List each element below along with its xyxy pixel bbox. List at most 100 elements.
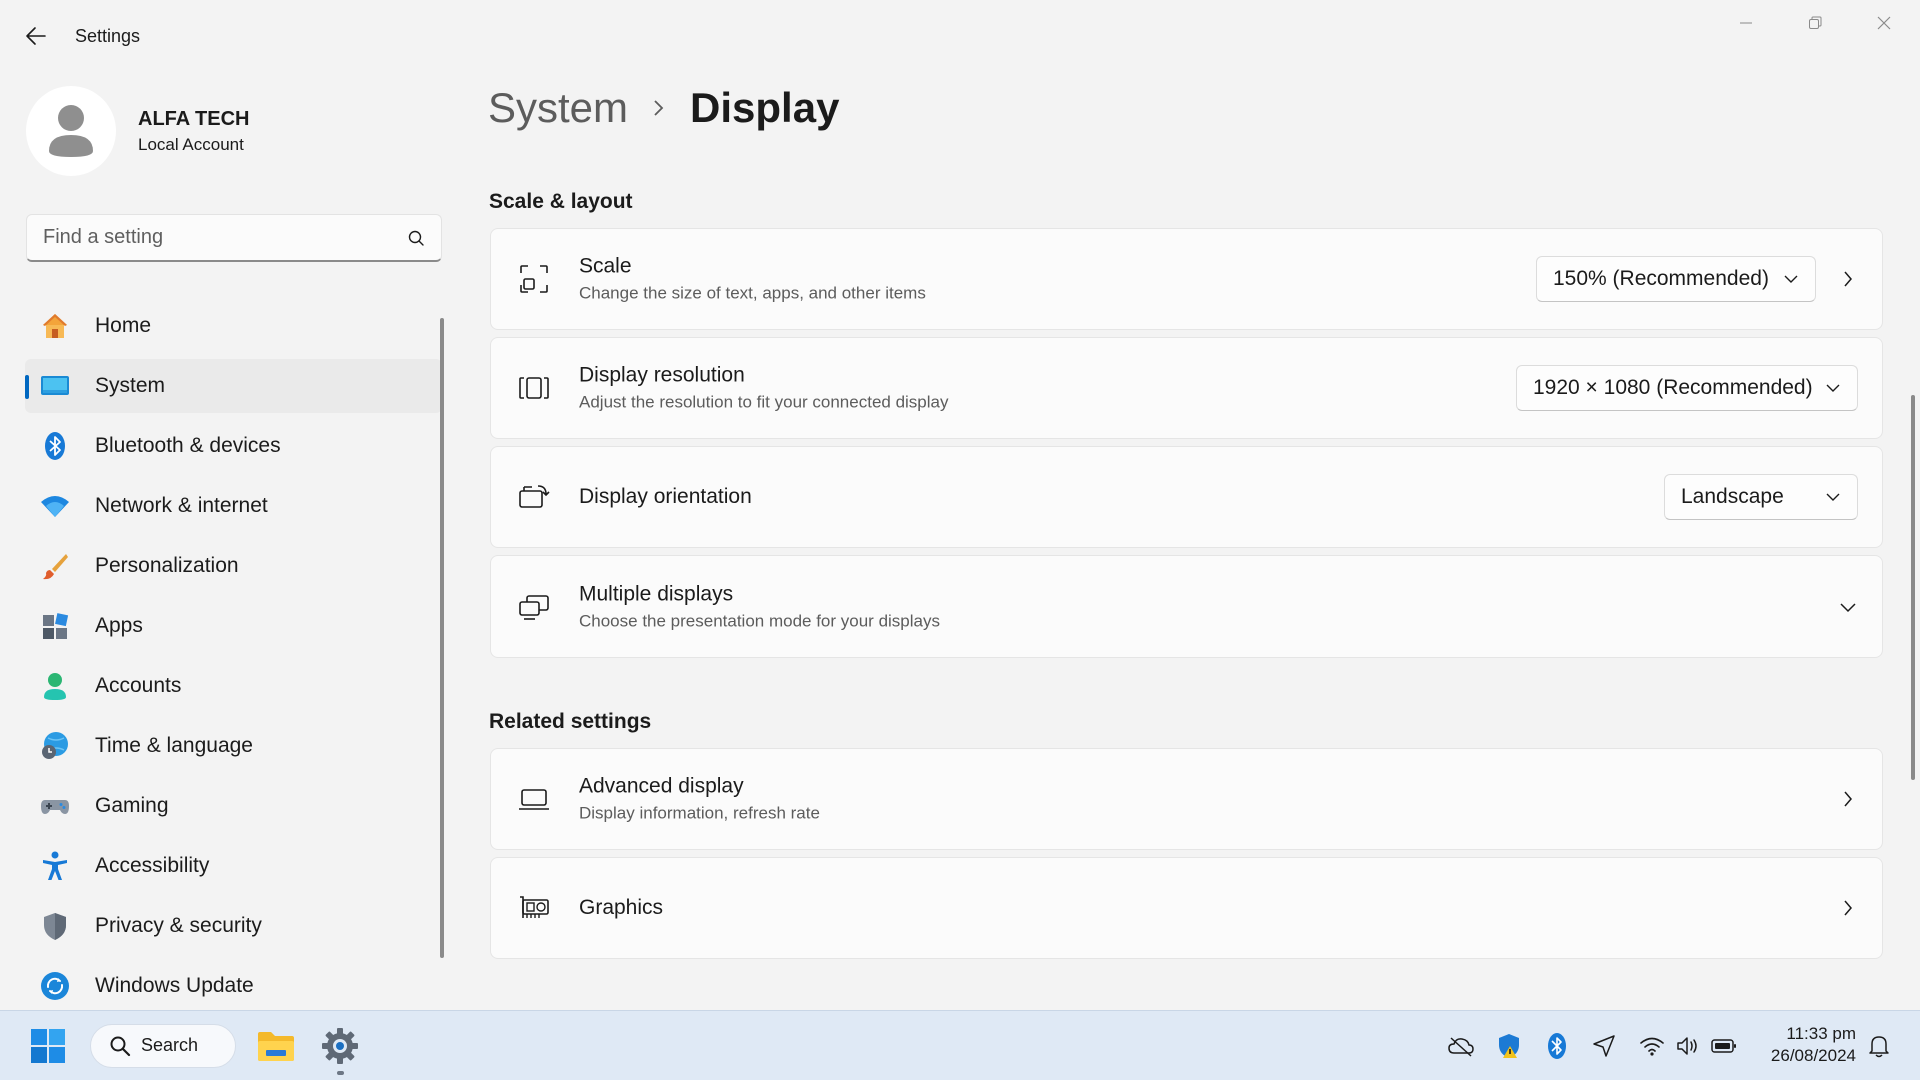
- battery-icon[interactable]: [1709, 1031, 1739, 1061]
- sidebar-item-time-language[interactable]: Time & language: [25, 719, 442, 773]
- apps-icon: [39, 610, 71, 642]
- back-button[interactable]: [16, 18, 56, 54]
- sidebar-nav: Home System Bluetooth & devices Network …: [25, 299, 442, 1019]
- page-title: Display: [690, 84, 840, 131]
- security-shield-icon[interactable]: [1494, 1031, 1524, 1061]
- user-avatar-icon: [49, 105, 93, 157]
- multiple-displays-card[interactable]: Multiple displays Choose the presentatio…: [490, 555, 1883, 658]
- sidebar-item-windows-update[interactable]: Windows Update: [25, 959, 442, 1013]
- restore-button[interactable]: [1781, 0, 1849, 46]
- windows-logo-icon: [31, 1028, 65, 1063]
- taskbar-search[interactable]: Search: [90, 1023, 236, 1068]
- sidebar-item-label: Home: [95, 314, 152, 337]
- sidebar-item-home[interactable]: Home: [25, 299, 442, 353]
- wifi-tray-icon[interactable]: [1637, 1031, 1667, 1061]
- profile-account-type: Local Account: [138, 134, 244, 154]
- app-title: Settings: [75, 26, 141, 46]
- graphics-title: Graphics: [579, 896, 664, 919]
- sidebar-item-label: Apps: [95, 614, 143, 637]
- notification-bell-icon[interactable]: [1864, 1031, 1894, 1061]
- sidebar-item-privacy[interactable]: Privacy & security: [25, 899, 442, 953]
- display-orientation-card: Display orientation Landscape: [490, 446, 1883, 548]
- sidebar-item-accounts[interactable]: Accounts: [25, 659, 442, 713]
- file-explorer-button[interactable]: [254, 1024, 298, 1068]
- taskbar-search-label: Search: [141, 1035, 199, 1055]
- start-button[interactable]: [28, 1026, 68, 1066]
- wifi-icon: [39, 490, 71, 522]
- taskbar: Search 11:33 pm 26/08/2024: [0, 1010, 1920, 1080]
- orientation-dropdown[interactable]: Landscape: [1664, 474, 1858, 520]
- sidebar-item-label: Personalization: [95, 554, 239, 577]
- advanced-display-subtitle: Display information, refresh rate: [579, 803, 820, 823]
- advanced-display-title: Advanced display: [579, 774, 744, 798]
- advanced-display-card[interactable]: Advanced display Display information, re…: [490, 748, 1883, 850]
- scale-dropdown[interactable]: 150% (Recommended): [1536, 256, 1816, 302]
- multiple-displays-icon: [517, 590, 551, 624]
- sidebar-item-label: Accounts: [95, 674, 182, 697]
- display-resolution-card: Display resolution Adjust the resolution…: [490, 337, 1883, 439]
- graphics-card[interactable]: Graphics: [490, 857, 1883, 959]
- profile-name: ALFA TECH: [138, 107, 250, 130]
- search-icon: [110, 1036, 131, 1056]
- sidebar-item-label: Accessibility: [95, 854, 210, 877]
- onedrive-icon[interactable]: [1446, 1031, 1476, 1061]
- sidebar-item-label: Privacy & security: [95, 914, 262, 937]
- scale-subtitle: Change the size of text, apps, and other…: [579, 283, 926, 303]
- update-icon: [39, 970, 71, 1002]
- sidebar-item-network[interactable]: Network & internet: [25, 479, 442, 533]
- resolution-dropdown[interactable]: 1920 × 1080 (Recommended): [1516, 365, 1858, 411]
- resolution-icon: [517, 371, 551, 405]
- scale-icon: [517, 262, 551, 296]
- bluetooth-tray-icon[interactable]: [1542, 1031, 1572, 1061]
- sidebar-item-apps[interactable]: Apps: [25, 599, 442, 653]
- settings-taskbar-button[interactable]: [318, 1024, 362, 1068]
- section-title-related-settings: Related settings: [489, 710, 652, 733]
- system-clock[interactable]: 11:33 pm 26/08/2024: [1771, 1023, 1856, 1067]
- section-title-scale-layout: Scale & layout: [489, 190, 633, 213]
- chevron-down-icon: [1836, 595, 1860, 619]
- sidebar-item-system[interactable]: System: [25, 359, 442, 413]
- sidebar-item-personalization[interactable]: Personalization: [25, 539, 442, 593]
- folder-icon: [258, 1031, 294, 1061]
- clock-date: 26/08/2024: [1770, 1046, 1856, 1065]
- find-setting-input[interactable]: [43, 226, 407, 249]
- sidebar-item-label: Time & language: [95, 734, 253, 757]
- resolution-subtitle: Adjust the resolution to fit your connec…: [579, 392, 949, 412]
- system-icon: [39, 370, 71, 402]
- chevron-right-icon[interactable]: [1836, 267, 1860, 291]
- minimize-button[interactable]: [1712, 0, 1780, 46]
- breadcrumb-system[interactable]: System: [488, 84, 628, 132]
- user-profile[interactable]: ALFA TECH Local Account: [26, 86, 249, 176]
- chevron-right-icon: [652, 97, 666, 119]
- find-setting-box[interactable]: [26, 214, 442, 262]
- sidebar-item-bluetooth[interactable]: Bluetooth & devices: [25, 419, 442, 473]
- chevron-down-icon: [1826, 493, 1840, 501]
- globe-clock-icon: [39, 730, 71, 762]
- chevron-right-icon: [1836, 896, 1860, 920]
- sidebar-item-accessibility[interactable]: Accessibility: [25, 839, 442, 893]
- breadcrumb: System Display: [488, 84, 839, 132]
- close-button[interactable]: [1850, 0, 1918, 46]
- close-icon: [1877, 16, 1891, 30]
- chevron-right-icon: [1836, 787, 1860, 811]
- accounts-icon: [39, 670, 71, 702]
- bluetooth-icon: [39, 430, 71, 462]
- title-bar: Settings: [0, 0, 1920, 70]
- brush-icon: [39, 550, 71, 582]
- main-scrollbar[interactable]: [1911, 395, 1915, 780]
- resolution-dropdown-value: 1920 × 1080 (Recommended): [1533, 376, 1813, 399]
- location-icon[interactable]: [1589, 1031, 1619, 1061]
- sidebar-item-label: Network & internet: [95, 494, 268, 517]
- multiple-displays-subtitle: Choose the presentation mode for your di…: [579, 611, 940, 630]
- chevron-down-icon: [1784, 275, 1798, 283]
- gamepad-icon: [39, 790, 71, 822]
- search-icon: [408, 230, 424, 246]
- sidebar-scrollbar[interactable]: [440, 318, 444, 958]
- gear-icon: [322, 1027, 358, 1064]
- scale-dropdown-value: 150% (Recommended): [1553, 267, 1769, 290]
- sidebar-item-gaming[interactable]: Gaming: [25, 779, 442, 833]
- running-indicator: [337, 1071, 344, 1075]
- volume-icon[interactable]: [1673, 1031, 1703, 1061]
- laptop-icon: [517, 782, 551, 816]
- clock-time: 11:33 pm: [1786, 1024, 1856, 1043]
